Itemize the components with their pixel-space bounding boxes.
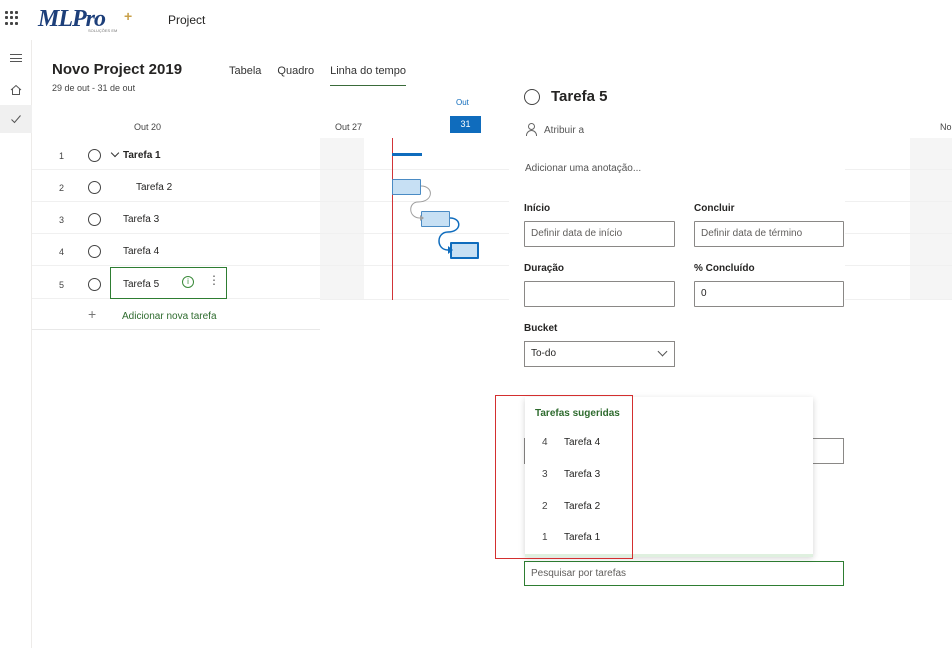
checkmark-icon xyxy=(11,115,21,124)
left-rail xyxy=(0,40,32,648)
end-label: Concluir xyxy=(694,203,735,214)
complete-task-checkbox[interactable] xyxy=(88,245,101,258)
percent-label: % Concluído xyxy=(694,263,755,274)
chevron-down-icon xyxy=(657,346,668,357)
table-row[interactable]: 3 Tarefa 3 xyxy=(32,202,320,234)
task-number: 5 xyxy=(59,280,65,290)
table-row[interactable]: 1 Tarefa 1 xyxy=(32,138,320,170)
home-button[interactable] xyxy=(0,76,32,104)
app-name: Project xyxy=(168,13,206,27)
company-logo: MLPro + SOLUÇÕES EM xyxy=(38,6,132,34)
task-number: 3 xyxy=(59,215,65,225)
task-name[interactable]: Tarefa 4 xyxy=(123,246,159,257)
person-icon xyxy=(525,123,537,136)
bucket-value: To-do xyxy=(531,348,557,359)
home-icon xyxy=(10,84,22,95)
timeline-next-label: No xyxy=(940,122,952,132)
bucket-label: Bucket xyxy=(524,323,558,334)
table-row[interactable]: 2 Tarefa 2 xyxy=(32,170,320,202)
percent-complete-field[interactable]: 0 xyxy=(694,281,844,307)
highlight-annotation-box xyxy=(495,395,633,559)
task-details-title[interactable]: Tarefa 5 xyxy=(551,88,607,105)
project-title: Novo Project 2019 xyxy=(52,61,183,78)
summary-bar-tarefa-1[interactable] xyxy=(392,153,422,156)
hamburger-icon xyxy=(10,54,22,62)
task-name[interactable]: Tarefa 3 xyxy=(123,214,159,225)
task-search-input[interactable]: Pesquisar por tarefas xyxy=(524,561,844,586)
table-row[interactable]: 4 Tarefa 4 xyxy=(32,234,320,266)
start-date-field[interactable]: Definir data de início xyxy=(524,221,675,247)
app-launcher-icon[interactable] xyxy=(5,11,19,25)
today-line xyxy=(392,138,393,300)
start-label: Início xyxy=(524,203,551,214)
table-row[interactable]: 5 Tarefa 5 i ⋮ xyxy=(32,267,320,299)
tab-table[interactable]: Tabela xyxy=(229,65,261,86)
plus-icon: + xyxy=(88,306,97,322)
more-options-icon[interactable]: ⋮ xyxy=(208,274,220,286)
complete-task-checkbox[interactable] xyxy=(88,213,101,226)
logo-plus-icon: + xyxy=(124,8,133,24)
chevron-down-icon[interactable] xyxy=(110,148,120,158)
tab-timeline[interactable]: Linha do tempo xyxy=(330,65,406,86)
notes-field[interactable]: Adicionar uma anotação... xyxy=(525,163,641,174)
dependency-connectors xyxy=(410,185,460,254)
view-tabs: Tabela Quadro Linha do tempo xyxy=(229,65,422,86)
tab-board[interactable]: Quadro xyxy=(277,65,314,86)
timeline-week-label: Out 20 xyxy=(134,122,162,132)
task-name[interactable]: Tarefa 5 xyxy=(123,279,159,290)
bucket-select[interactable]: To-do xyxy=(524,341,675,367)
task-name[interactable]: Tarefa 2 xyxy=(136,182,172,193)
task-number: 1 xyxy=(59,151,65,161)
weekend-band xyxy=(910,138,952,300)
logo-subtitle: SOLUÇÕES EM xyxy=(88,28,118,33)
timeline-week-label: Out 27 xyxy=(335,122,363,132)
complete-task-checkbox[interactable] xyxy=(524,89,540,105)
tasks-button[interactable] xyxy=(0,105,32,133)
complete-task-checkbox[interactable] xyxy=(88,181,101,194)
task-number: 2 xyxy=(59,183,65,193)
project-dates: 29 de out - 31 de out xyxy=(52,83,136,93)
add-task-row[interactable]: + Adicionar nova tarefa xyxy=(32,300,320,330)
top-bar: MLPro + SOLUÇÕES EM Project xyxy=(0,0,952,40)
complete-task-checkbox[interactable] xyxy=(88,278,101,291)
today-marker: 31 xyxy=(450,116,481,133)
assign-button[interactable]: Atribuir a xyxy=(544,125,584,136)
complete-task-checkbox[interactable] xyxy=(88,149,101,162)
timeline-month-label: Out xyxy=(456,98,469,107)
duration-field[interactable] xyxy=(524,281,675,307)
weekend-band xyxy=(320,138,364,300)
menu-button[interactable] xyxy=(0,44,32,72)
duration-label: Duração xyxy=(524,263,565,274)
task-number: 4 xyxy=(59,247,65,257)
end-date-field[interactable]: Definir data de término xyxy=(694,221,844,247)
info-icon[interactable]: i xyxy=(182,276,194,288)
task-details-panel: Tarefa 5 Atribuir a Adicionar uma anotaç… xyxy=(509,80,845,648)
task-name[interactable]: Tarefa 1 xyxy=(123,150,161,161)
add-task-button[interactable]: Adicionar nova tarefa xyxy=(122,311,217,322)
